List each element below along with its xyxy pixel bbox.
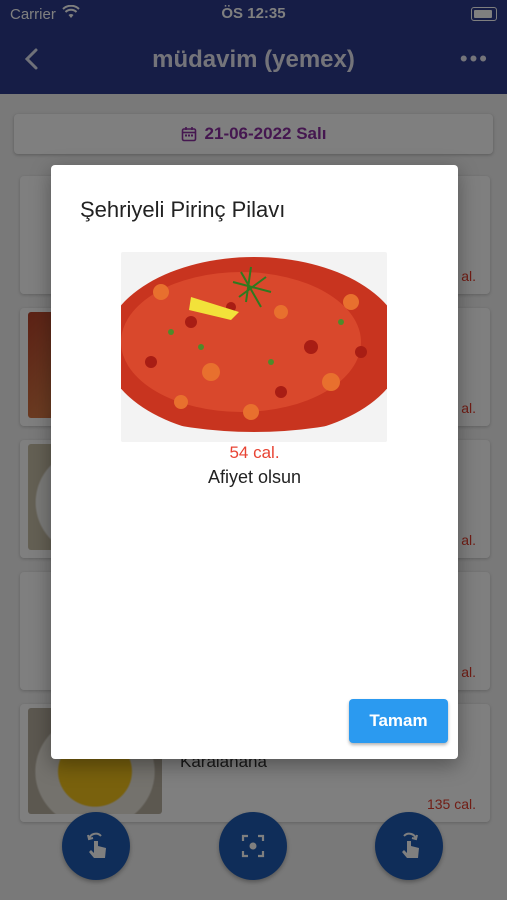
dialog-message: Afiyet olsun: [207, 467, 302, 487]
meal-photo: [121, 252, 387, 442]
dialog-title: Şehriyeli Pirinç Pilavı: [80, 197, 286, 222]
ok-button[interactable]: Tamam: [349, 699, 448, 743]
meal-calories: 54 cal.: [229, 443, 280, 462]
meal-detail-dialog: Şehriyeli Pirinç Pilavı 54 cal. Afiyet o…: [51, 165, 458, 759]
